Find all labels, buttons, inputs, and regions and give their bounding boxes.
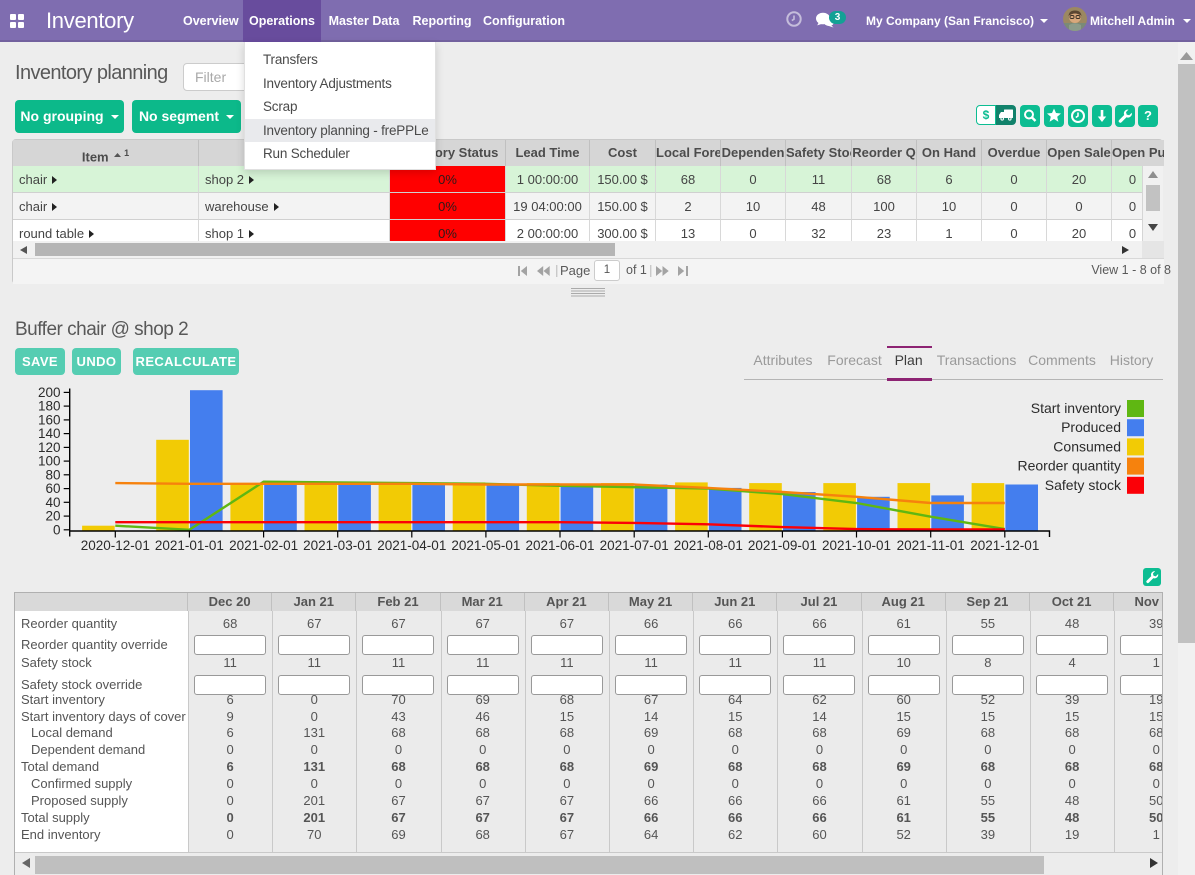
svg-text:180: 180 <box>38 399 61 414</box>
svg-text:20: 20 <box>45 509 60 524</box>
svg-text:0: 0 <box>53 522 61 537</box>
svg-text:2021-05-01: 2021-05-01 <box>451 538 520 553</box>
svg-text:Consumed: Consumed <box>1053 438 1121 454</box>
svg-text:2021-01-01: 2021-01-01 <box>155 538 224 553</box>
svg-text:80: 80 <box>45 467 60 482</box>
svg-text:60: 60 <box>45 481 60 496</box>
svg-text:Produced: Produced <box>1061 419 1121 435</box>
svg-text:160: 160 <box>38 412 61 427</box>
svg-text:Start inventory: Start inventory <box>1031 400 1121 416</box>
svg-text:120: 120 <box>38 440 61 455</box>
svg-text:2021-09-01: 2021-09-01 <box>748 538 817 553</box>
svg-text:Safety stock: Safety stock <box>1045 477 1122 493</box>
svg-text:2020-12-01: 2020-12-01 <box>81 538 150 553</box>
svg-text:2021-11-01: 2021-11-01 <box>897 538 965 553</box>
svg-text:2021-10-01: 2021-10-01 <box>822 538 891 553</box>
svg-text:2021-08-01: 2021-08-01 <box>674 538 743 553</box>
svg-text:2021-04-01: 2021-04-01 <box>377 538 446 553</box>
svg-text:40: 40 <box>45 495 60 510</box>
svg-text:100: 100 <box>38 454 61 469</box>
svg-text:Reorder quantity: Reorder quantity <box>1017 458 1121 474</box>
svg-text:2021-06-01: 2021-06-01 <box>525 538 594 553</box>
svg-text:2021-02-01: 2021-02-01 <box>229 538 298 553</box>
svg-text:140: 140 <box>38 426 61 441</box>
svg-text:2021-12-01: 2021-12-01 <box>970 538 1039 553</box>
svg-text:200: 200 <box>38 385 61 400</box>
svg-text:2021-03-01: 2021-03-01 <box>303 538 372 553</box>
svg-text:2021-07-01: 2021-07-01 <box>600 538 669 553</box>
